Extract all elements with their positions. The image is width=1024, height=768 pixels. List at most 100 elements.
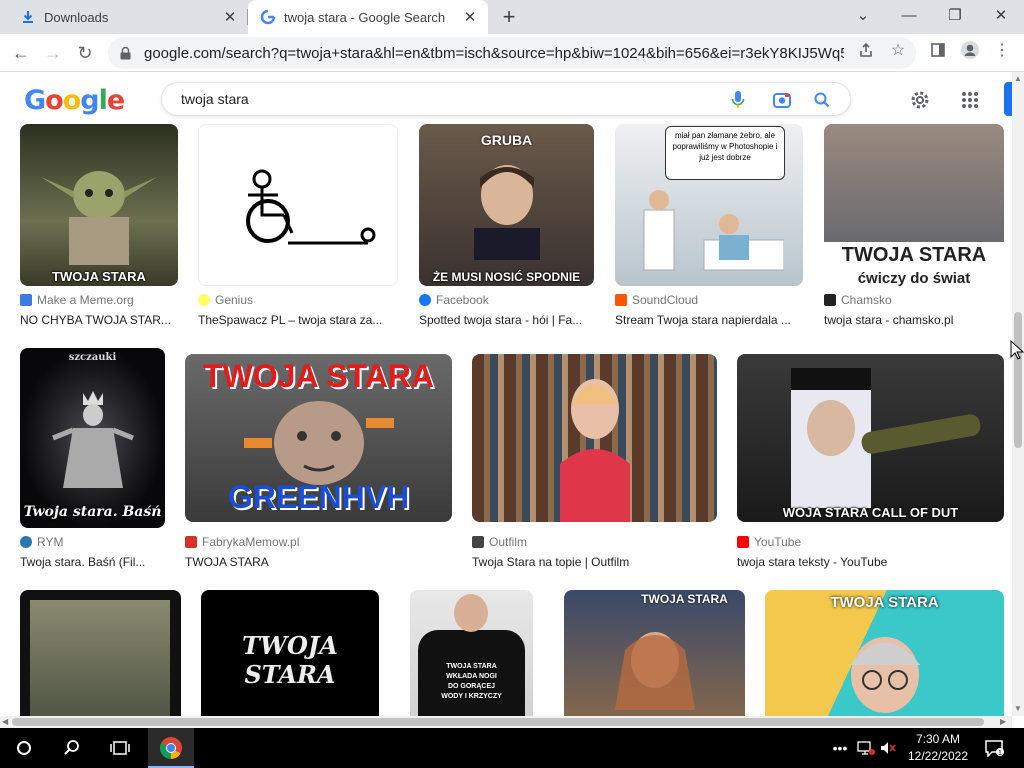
result-source[interactable]: FabrykaMemow.pl xyxy=(185,535,299,549)
result-thumbnail[interactable]: miał pan złamane żebro, ale poprawiliśmy… xyxy=(615,124,803,286)
man-portrait-icon xyxy=(473,165,540,260)
address-bar[interactable]: google.com/search?q=twoja+stara&hl=en&tb… xyxy=(108,37,916,69)
scroll-left-arrow-icon[interactable]: ◀ xyxy=(2,717,8,726)
task-view-icon[interactable] xyxy=(106,734,134,762)
result-source[interactable]: SoundCloud xyxy=(615,293,698,307)
vertical-scrollbar[interactable]: ▲ ▼ xyxy=(1012,72,1024,716)
result-title[interactable]: Stream Twoja stara napierdala ... xyxy=(615,313,803,327)
result-thumbnail[interactable]: TWOJA STARA xyxy=(564,590,745,716)
system-clock[interactable]: 7:30 AM 12/22/2022 xyxy=(896,731,980,765)
chrome-taskbar-button[interactable] xyxy=(148,728,194,768)
result-title[interactable]: twoja stara teksty - YouTube xyxy=(737,555,1004,569)
result-thumbnail[interactable]: TWOJA STARA xyxy=(765,590,1004,716)
lock-icon[interactable] xyxy=(120,46,134,60)
speech-bubble: miał pan złamane żebro, ale poprawiliśmy… xyxy=(665,126,785,180)
result-thumbnail[interactable]: szczauki Twoja stara. Baśń xyxy=(20,348,165,528)
result-title[interactable]: NO CHYBA TWOJA STAR... xyxy=(20,313,178,327)
result-source[interactable]: Genius xyxy=(198,293,253,307)
url-text[interactable]: google.com/search?q=twoja+stara&hl=en&tb… xyxy=(144,45,844,62)
scroll-right-arrow-icon[interactable]: ▶ xyxy=(1000,717,1006,726)
result-source[interactable]: Outfilm xyxy=(472,535,527,549)
search-query[interactable]: twoja stara xyxy=(181,91,249,107)
google-logo[interactable]: Google xyxy=(24,85,125,116)
source-name: Outfilm xyxy=(489,535,528,549)
scroll-up-arrow-icon[interactable]: ▲ xyxy=(1014,74,1022,83)
result-title[interactable]: twoja stara - chamsko.pl xyxy=(824,313,1004,327)
microphone-icon[interactable] xyxy=(726,88,750,112)
search-box[interactable]: twoja stara xyxy=(161,82,851,116)
close-tab-icon[interactable]: ✕ xyxy=(460,7,480,27)
bookmark-star-icon[interactable]: ☆ xyxy=(886,38,910,62)
new-tab-button[interactable]: + xyxy=(496,5,522,31)
download-icon xyxy=(20,9,36,25)
back-arrow-icon[interactable]: ← xyxy=(6,38,36,68)
tab-title: Downloads xyxy=(44,9,109,25)
restore-icon[interactable]: ❐ xyxy=(932,0,978,30)
drag-queen-icon xyxy=(559,379,630,522)
thumbnail-caption: GREENHVH xyxy=(227,479,410,515)
apps-grid-icon[interactable] xyxy=(956,86,984,114)
result-source[interactable]: Make a Meme.org xyxy=(20,293,134,307)
tab-downloads[interactable]: Downloads ✕ xyxy=(8,0,248,34)
thumbnail-caption: ŻE MUSI NOSIĆ SPODNIE xyxy=(432,270,581,284)
result-thumbnail[interactable] xyxy=(472,354,717,522)
result-source[interactable]: YouTube xyxy=(737,535,801,549)
overflow-dots-icon[interactable]: ••• xyxy=(826,734,854,762)
tab-search-chevron-icon[interactable]: ⌄ xyxy=(840,0,886,30)
result-thumbnail[interactable]: TWOJA STARA GREENHVH xyxy=(185,354,452,522)
result-thumbnail[interactable] xyxy=(198,124,398,286)
close-window-icon[interactable]: ✕ xyxy=(978,0,1024,30)
share-icon[interactable] xyxy=(854,38,878,62)
search-icon[interactable] xyxy=(58,734,86,762)
side-panel-icon[interactable] xyxy=(926,38,950,62)
notifications-icon[interactable]: 1 xyxy=(980,734,1008,762)
grandma-glasses-icon xyxy=(849,637,920,713)
close-tab-icon[interactable]: ✕ xyxy=(220,7,240,27)
horizontal-scrollbar[interactable]: ◀ ▶ xyxy=(0,716,1012,728)
result-source[interactable]: Facebook xyxy=(419,293,489,307)
result-thumbnail[interactable] xyxy=(20,590,181,716)
horizontal-scroll-thumb[interactable] xyxy=(12,718,984,726)
source-name: Facebook xyxy=(436,293,489,307)
result-thumbnail[interactable]: TWOJA STARA xyxy=(201,590,379,716)
photo-area xyxy=(824,124,1004,242)
result-source[interactable]: Chamsko xyxy=(824,293,892,307)
source-favicon-icon xyxy=(198,294,210,306)
result-title[interactable]: Twoja Stara na topie | Outfilm xyxy=(472,555,717,569)
reload-icon[interactable]: ↻ xyxy=(70,38,100,68)
profile-avatar-icon[interactable] xyxy=(958,38,982,62)
vertical-scroll-thumb[interactable] xyxy=(1014,312,1022,448)
thumbnail-sub-caption: ćwiczy do świat xyxy=(857,270,971,286)
result-thumbnail[interactable]: WOJA STARA CALL OF DUT xyxy=(737,354,1004,522)
source-name: Genius xyxy=(215,293,254,307)
source-favicon-icon xyxy=(20,536,32,548)
result-thumbnail[interactable]: TWOJA STARA xyxy=(20,124,178,286)
forward-arrow-icon[interactable]: → xyxy=(38,38,68,68)
source-favicon-icon xyxy=(824,294,836,306)
result-title[interactable]: Twoja stara. Baśń (Fil... xyxy=(20,555,165,569)
logo-letter: o xyxy=(62,85,82,116)
thumbnail-top-caption: TWOJA STARA xyxy=(202,358,435,394)
result-thumbnail[interactable]: GRUBA ŻE MUSI NOSIĆ SPODNIE xyxy=(419,124,594,286)
mouse-cursor-icon xyxy=(1010,340,1024,360)
old-woman-face-icon xyxy=(243,401,394,485)
browser-toolbar: ← → ↻ google.com/search?q=twoja+stara&hl… xyxy=(0,34,1024,72)
sign-in-button-edge[interactable] xyxy=(1004,82,1012,116)
thumbnail-caption: TWOJA STARA xyxy=(830,594,939,611)
result-title[interactable]: TWOJA STARA xyxy=(185,555,452,569)
menu-kebab-icon[interactable]: ⋮ xyxy=(990,38,1014,62)
tab-google-search[interactable]: twoja stara - Google Search ✕ xyxy=(248,0,488,34)
lens-camera-icon[interactable] xyxy=(770,88,794,112)
scroll-down-arrow-icon[interactable]: ▼ xyxy=(1014,704,1022,713)
search-icon[interactable] xyxy=(810,88,834,112)
result-thumbnail[interactable]: TWOJA STARA WKŁADA NOGI DO GORĄCEJ WODY … xyxy=(410,590,533,716)
minimize-icon[interactable]: — xyxy=(886,0,932,30)
start-circle-icon[interactable] xyxy=(10,734,38,762)
result-title[interactable]: Spotted twoja stara - hói | Fa... xyxy=(419,313,594,327)
result-thumbnail[interactable]: TWOJA STARA ćwiczy do świat xyxy=(824,124,1004,286)
result-title[interactable]: TheSpawacz PL – twoja stara za... xyxy=(198,313,398,327)
thumbnail-caption: Twoja stara. Baśń xyxy=(23,504,162,520)
result-source[interactable]: RYM xyxy=(20,535,63,549)
logo-letter: l xyxy=(98,85,108,116)
settings-gear-icon[interactable] xyxy=(906,86,934,114)
